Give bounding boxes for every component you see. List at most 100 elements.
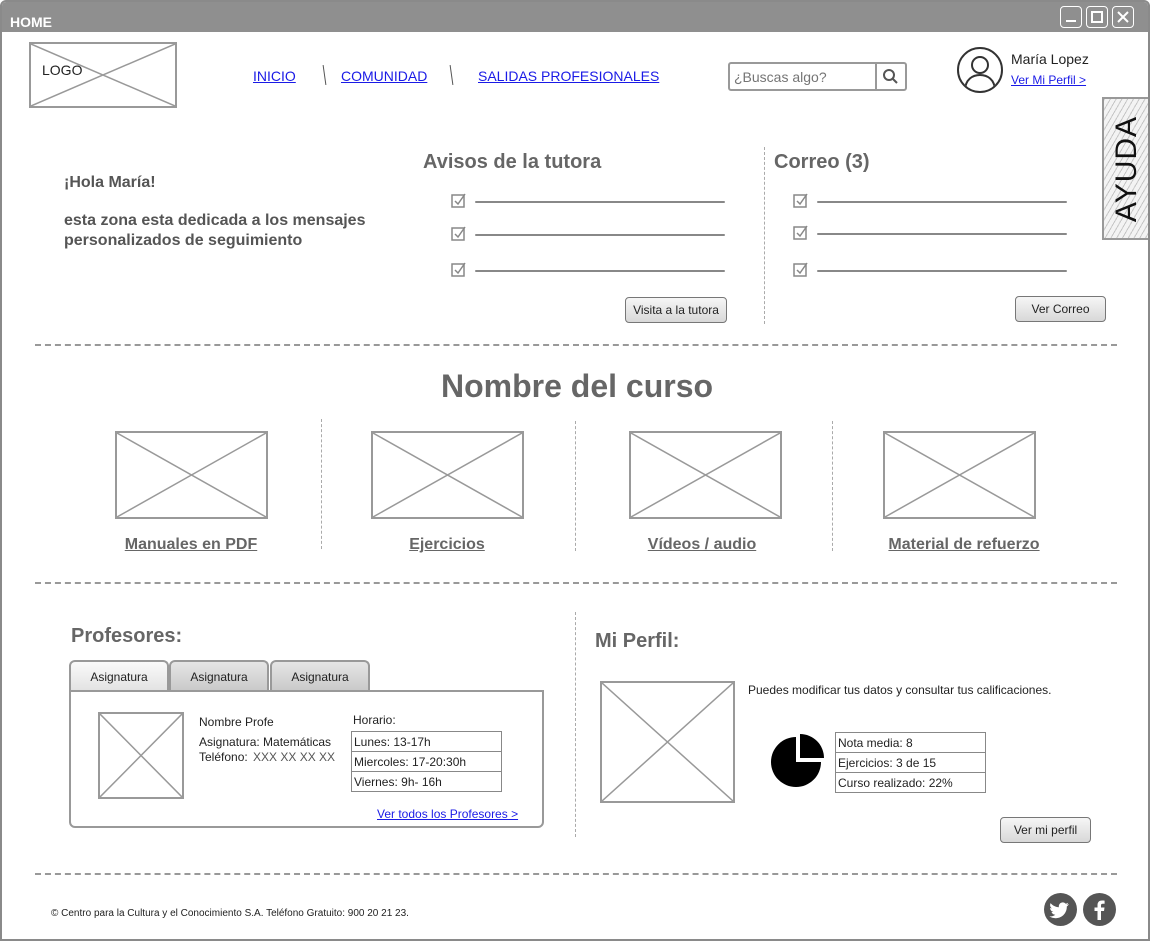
schedule-cell: Viernes: 9h- 16h xyxy=(351,771,502,792)
maximize-icon xyxy=(1091,11,1103,23)
window-title: HOME xyxy=(10,14,52,30)
welcome-message: esta zona esta dedicada a los mensajes p… xyxy=(64,212,366,249)
stat-cell: Ejercicios: 3 de 15 xyxy=(835,752,986,773)
search-box xyxy=(728,62,907,91)
section-divider xyxy=(35,873,1117,875)
view-mail-button[interactable]: Ver Correo xyxy=(1015,296,1106,322)
visit-tutor-button[interactable]: Visita a la tutora xyxy=(625,297,727,323)
schedule-cell: Miercoles: 17-20:30h xyxy=(351,751,502,772)
resource-image-reinforcement[interactable] xyxy=(883,431,1036,519)
table-row: Lunes: 13-17h xyxy=(351,731,502,752)
teachers-title: Profesores: xyxy=(71,625,183,647)
image-placeholder-icon xyxy=(117,433,266,517)
tab-subject-1[interactable]: Asignatura xyxy=(69,660,169,691)
view-profile-link[interactable]: Ver Mi Perfil > xyxy=(1011,73,1086,87)
placeholder-line xyxy=(475,270,725,272)
profile-image xyxy=(600,681,735,803)
placeholder-line xyxy=(817,201,1067,203)
teacher-subject: Asignatura: Matemáticas xyxy=(199,735,332,749)
resource-image-video[interactable] xyxy=(629,431,782,519)
divider xyxy=(832,421,833,551)
mail-item[interactable] xyxy=(793,262,1069,280)
twitter-icon xyxy=(1049,902,1069,919)
nav-divider xyxy=(449,65,454,85)
resource-link-exercises[interactable]: Ejercicios xyxy=(347,536,547,554)
profile-description: Puedes modificar tus datos y consultar t… xyxy=(748,683,1052,697)
close-button[interactable] xyxy=(1112,6,1134,28)
checkbox-icon xyxy=(793,193,808,208)
minimize-button[interactable] xyxy=(1060,6,1082,28)
mail-title: Correo (3) xyxy=(774,151,870,173)
progress-pie-chart xyxy=(771,734,824,787)
teacher-name: Nombre Profe xyxy=(199,715,274,729)
divider xyxy=(764,147,765,324)
schedule-table: Lunes: 13-17h Miercoles: 17-20:30h Viern… xyxy=(351,731,502,792)
welcome-greeting: ¡Hola María! xyxy=(64,174,156,191)
resource-image-pdf[interactable] xyxy=(115,431,268,519)
logo-label: LOGO xyxy=(42,62,83,78)
table-row: Curso realizado: 22% xyxy=(835,772,986,793)
avatar[interactable] xyxy=(957,47,1003,93)
nav-comunidad[interactable]: COMUNIDAD xyxy=(341,68,427,84)
tutor-notice-item[interactable] xyxy=(451,193,727,211)
tutor-notices-title: Avisos de la tutora xyxy=(423,151,602,173)
nav-salidas-profesionales[interactable]: SALIDAS PROFESIONALES xyxy=(478,68,659,84)
stat-cell: Curso realizado: 22% xyxy=(835,772,986,793)
search-input[interactable] xyxy=(734,67,876,87)
resource-image-exercises[interactable] xyxy=(371,431,524,519)
placeholder-line xyxy=(475,234,725,236)
footer-copyright: © Centro para la Cultura y el Conocimien… xyxy=(51,908,409,919)
maximize-button[interactable] xyxy=(1086,6,1108,28)
mail-item[interactable] xyxy=(793,193,1069,211)
table-row: Nota media: 8 xyxy=(835,732,986,753)
user-icon xyxy=(964,56,996,91)
course-title: Nombre del curso xyxy=(440,368,714,404)
checkbox-icon xyxy=(451,262,466,277)
logo[interactable]: LOGO xyxy=(29,42,177,108)
mail-item[interactable] xyxy=(793,225,1069,243)
close-icon xyxy=(1117,11,1129,23)
stats-table: Nota media: 8 Ejercicios: 3 de 15 Curso … xyxy=(835,732,986,793)
placeholder-line xyxy=(817,270,1067,272)
help-tab-label: AYUDA xyxy=(1110,115,1143,222)
title-bar: HOME xyxy=(2,2,1148,32)
all-teachers-link[interactable]: Ver todos los Profesores > xyxy=(377,807,518,821)
checkbox-icon xyxy=(793,262,808,277)
tab-subject-3[interactable]: Asignatura xyxy=(270,660,370,691)
minimize-icon xyxy=(1066,20,1076,22)
teacher-photo xyxy=(98,712,184,799)
stat-cell: Nota media: 8 xyxy=(835,732,986,753)
placeholder-line xyxy=(817,233,1067,235)
image-placeholder-icon xyxy=(602,683,733,801)
schedule-title: Horario: xyxy=(353,713,396,727)
checkbox-icon xyxy=(451,226,466,241)
profile-title: Mi Perfil: xyxy=(595,630,680,652)
nav-divider xyxy=(322,65,327,85)
divider xyxy=(575,421,576,551)
teacher-phone-value: XXX XX XX XX xyxy=(253,750,336,764)
table-row: Viernes: 9h- 16h xyxy=(351,771,502,792)
tutor-notice-item[interactable] xyxy=(451,226,727,244)
table-row: Ejercicios: 3 de 15 xyxy=(835,752,986,773)
placeholder-line xyxy=(475,201,725,203)
schedule-cell: Lunes: 13-17h xyxy=(351,731,502,752)
checkbox-icon xyxy=(793,225,808,240)
divider xyxy=(321,419,322,549)
resource-link-pdf[interactable]: Manuales en PDF xyxy=(91,536,291,554)
image-placeholder-icon xyxy=(885,433,1034,517)
section-divider xyxy=(35,582,1117,584)
user-name: María Lopez xyxy=(1011,51,1089,67)
tab-subject-2[interactable]: Asignatura xyxy=(169,660,269,691)
image-placeholder-icon xyxy=(100,714,182,797)
resource-link-reinforcement[interactable]: Material de refuerzo xyxy=(864,536,1064,554)
view-profile-button[interactable]: Ver mi perfil xyxy=(1000,817,1091,843)
facebook-button[interactable] xyxy=(1083,893,1116,926)
image-placeholder-icon xyxy=(373,433,522,517)
tutor-notice-item[interactable] xyxy=(451,262,727,280)
twitter-button[interactable] xyxy=(1044,893,1077,926)
app-window: HOME LOGO INICIO COMUNIDAD SALIDAS PROFE… xyxy=(0,0,1150,941)
help-tab[interactable]: AYUDA xyxy=(1102,97,1148,240)
nav-inicio[interactable]: INICIO xyxy=(253,68,296,84)
search-button[interactable] xyxy=(875,64,905,89)
resource-link-video[interactable]: Vídeos / audio xyxy=(602,536,802,554)
